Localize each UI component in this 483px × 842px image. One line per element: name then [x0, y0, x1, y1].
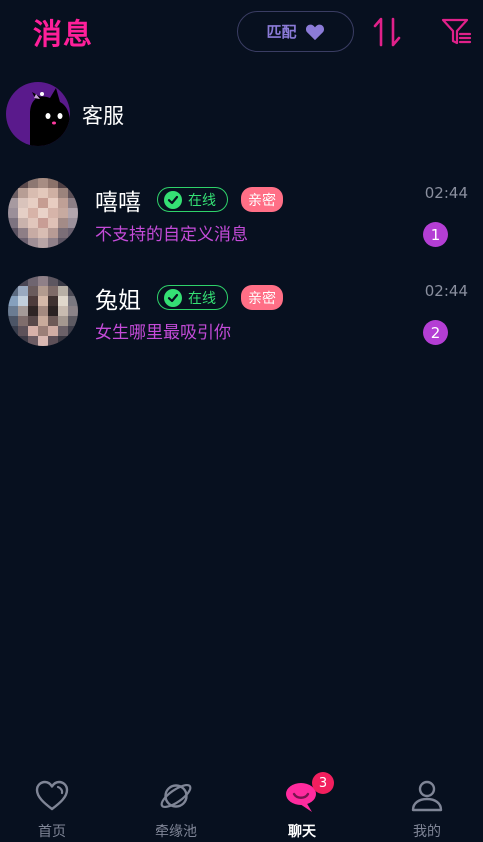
online-label: 在线	[188, 290, 216, 307]
cat-avatar-icon	[6, 82, 70, 146]
avatar	[8, 276, 78, 346]
pixelated-photo-icon	[8, 178, 78, 248]
avatar	[8, 178, 78, 248]
last-message: 不支持的自定义消息	[95, 225, 248, 245]
planet-icon	[160, 783, 192, 809]
tab-profile[interactable]: 我的	[382, 770, 472, 842]
chat-list-item[interactable]: 兔姐 在线 亲密 女生哪里最吸引你 02:44 2	[0, 274, 483, 354]
match-label: 匹配	[266, 23, 297, 41]
match-button[interactable]: 匹配	[237, 11, 354, 52]
contact-name: 兔姐	[95, 288, 141, 314]
heart-icon	[35, 780, 69, 811]
tab-match-pool[interactable]: 牵缘池	[131, 770, 221, 842]
contact-name: 嘻嘻	[95, 190, 141, 216]
customer-service-item[interactable]: 客服	[0, 80, 483, 148]
online-status-badge: 在线	[157, 187, 228, 212]
check-circle-icon	[164, 190, 182, 209]
check-circle-icon	[164, 288, 182, 307]
unread-total-badge: 3	[312, 772, 334, 794]
online-label: 在线	[188, 192, 216, 209]
heart-icon	[305, 24, 324, 40]
last-message: 女生哪里最吸引你	[95, 323, 231, 343]
unread-count-badge: 2	[423, 320, 448, 345]
sort-icon[interactable]	[371, 16, 405, 48]
tab-label: 聊天	[288, 824, 316, 840]
tab-label: 首页	[38, 824, 66, 840]
tab-home[interactable]: 首页	[7, 770, 97, 842]
tab-label: 牵缘池	[155, 824, 197, 840]
online-status-badge: 在线	[157, 285, 228, 310]
tab-label: 我的	[413, 824, 441, 840]
intimacy-tag: 亲密	[241, 285, 283, 310]
page-title: 消息	[33, 17, 94, 51]
contact-name: 客服	[82, 104, 124, 128]
unread-count-badge: 1	[423, 222, 448, 247]
filter-icon[interactable]	[440, 16, 472, 48]
message-time: 02:44	[424, 282, 468, 300]
intimacy-tag: 亲密	[241, 187, 283, 212]
message-time: 02:44	[424, 184, 468, 202]
chat-list-item[interactable]: 嘻嘻 在线 亲密 不支持的自定义消息 02:44 1	[0, 176, 483, 256]
bottom-tab-bar: 首页 牵缘池 聊天 3 我的	[0, 770, 483, 842]
pixelated-photo-icon	[8, 276, 78, 346]
top-bar: 消息 匹配	[0, 0, 483, 64]
avatar	[6, 82, 70, 146]
user-icon	[411, 780, 443, 812]
